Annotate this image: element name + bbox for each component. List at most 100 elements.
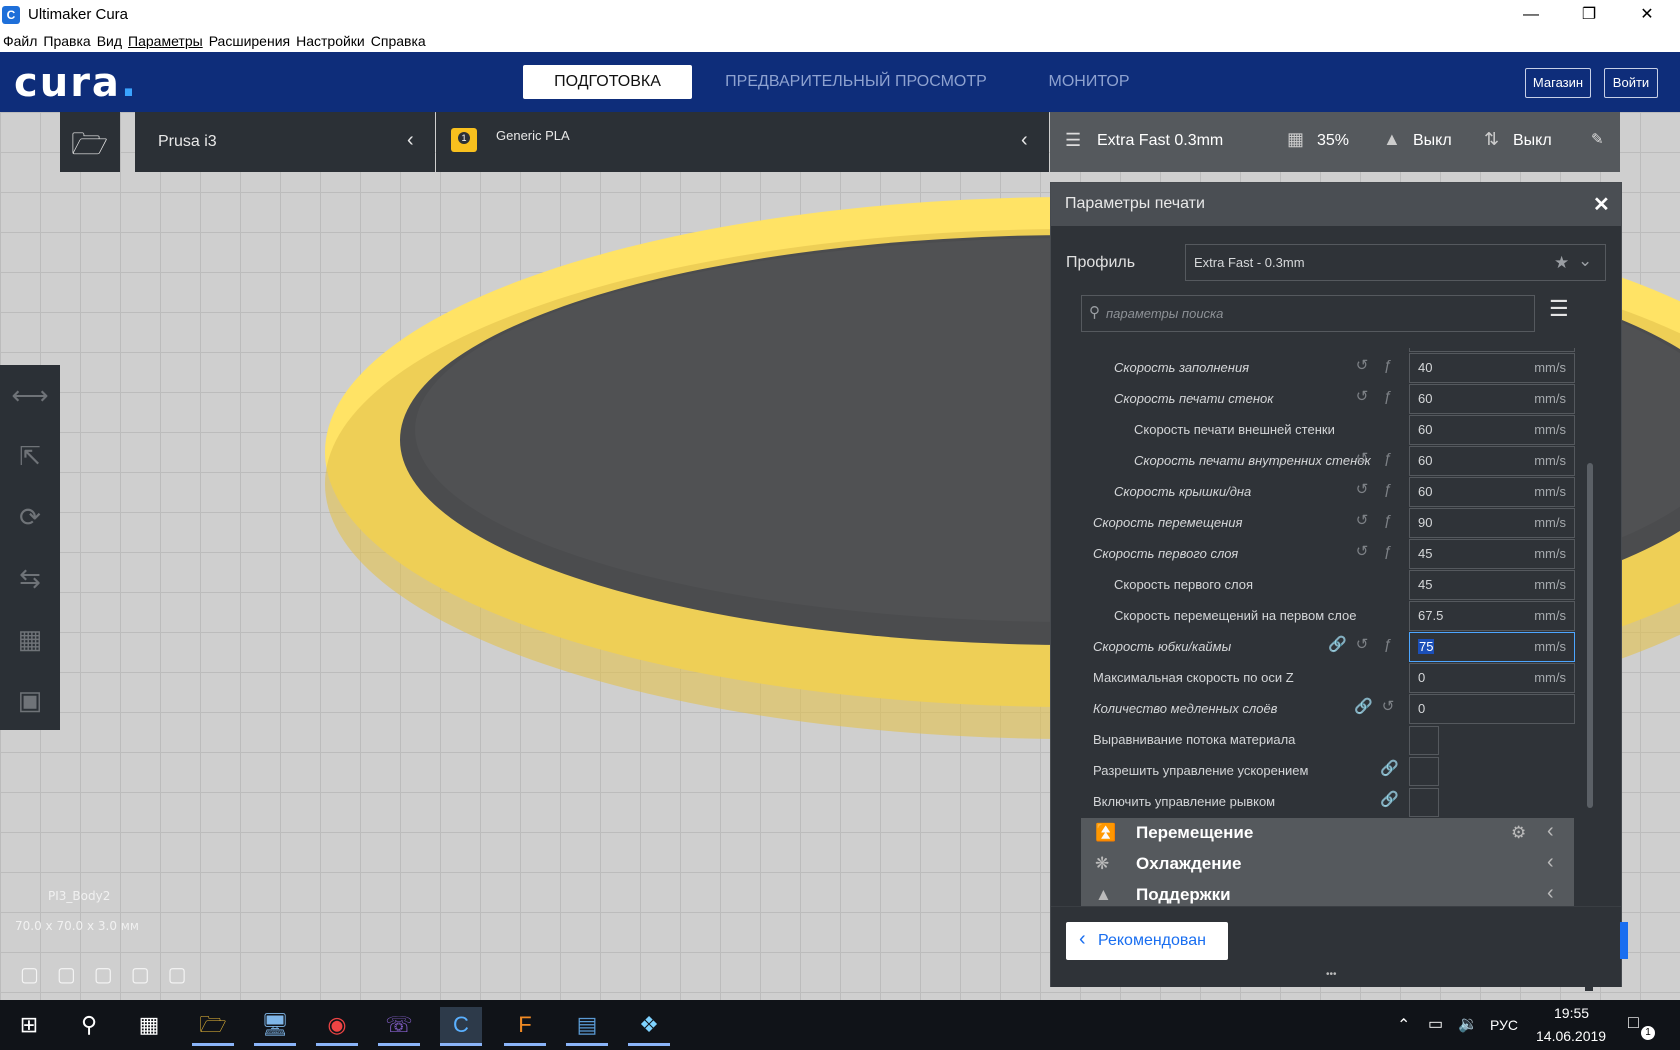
reset-icon[interactable]: ↺	[1354, 389, 1370, 405]
setting-row: Разрешить управление ускорением 🔗	[1051, 755, 1611, 786]
formula-icon[interactable]: ƒ	[1380, 544, 1396, 560]
formula-icon[interactable]: ƒ	[1380, 389, 1396, 405]
scale-tool-icon[interactable]: ⇱	[10, 436, 50, 476]
link-icon[interactable]: 🔗	[1328, 637, 1347, 653]
link-icon[interactable]: 🔗	[1354, 699, 1373, 715]
reset-icon[interactable]: ↺	[1354, 637, 1370, 653]
menu-help[interactable]: Справка	[368, 30, 429, 52]
pencil-icon[interactable]: ✎	[1591, 130, 1604, 148]
minimize-button[interactable]: —	[1502, 0, 1560, 30]
move-tool-icon[interactable]: ⟷	[10, 375, 50, 415]
mirror-tool-icon[interactable]: ⇆	[10, 558, 50, 598]
3d-app-icon[interactable]: ❖	[628, 1007, 670, 1046]
clock-time[interactable]: 19:55	[1554, 1005, 1589, 1021]
slice-button-edge[interactable]	[1620, 922, 1628, 959]
menu-preferences[interactable]: Настройки	[293, 30, 368, 52]
language-indicator[interactable]: РУС	[1490, 1017, 1518, 1033]
setting-checkbox[interactable]	[1409, 726, 1439, 755]
adhesion-value: Выкл	[1513, 132, 1552, 149]
print-settings-summary[interactable]: ☰ Extra Fast 0.3mm ▦ 35% ▲ Выкл ⇅ Выкл ✎	[1050, 112, 1620, 172]
menu-extensions[interactable]: Расширения	[206, 30, 293, 52]
explorer-icon[interactable]: 🗁	[192, 1007, 234, 1046]
viber-icon[interactable]: ☏	[378, 1007, 420, 1046]
fusion-icon[interactable]: F	[504, 1007, 546, 1046]
setting-label: Скорость первого слоя	[1114, 577, 1254, 592]
support-blocker-icon[interactable]: ▣	[10, 680, 50, 720]
setting-label: Скорость печати внутренних стенок	[1134, 453, 1371, 468]
reset-icon[interactable]: ↺	[1354, 451, 1370, 467]
reset-icon[interactable]: ↺	[1354, 513, 1370, 529]
setting-input[interactable]: 45 mm/s	[1409, 570, 1575, 600]
menu-edit[interactable]: Правка	[40, 30, 93, 52]
notifications-icon[interactable]: □	[1628, 1012, 1639, 1033]
setting-unit: mm/s	[1534, 639, 1566, 654]
scrollbar-thumb[interactable]	[1587, 463, 1593, 808]
setting-input[interactable]: 90 mm/s	[1409, 508, 1575, 538]
task-view-icon[interactable]: ▦	[128, 1007, 170, 1043]
cura-taskbar-icon[interactable]: C	[440, 1007, 482, 1046]
category-travel[interactable]: ⏫ Перемещение ⚙ ‹	[1081, 818, 1574, 849]
close-icon[interactable]: ✕	[1593, 192, 1610, 217]
menu-view[interactable]: Вид	[94, 30, 125, 52]
tray-chevron-icon[interactable]: ⌃	[1397, 1015, 1410, 1035]
tab-prepare[interactable]: ПОДГОТОВКА	[523, 65, 692, 99]
setting-input[interactable]: 67.5 mm/s	[1409, 601, 1575, 631]
rotate-tool-icon[interactable]: ⟳	[10, 497, 50, 537]
tab-preview[interactable]: ПРЕДВАРИТЕЛЬНЫЙ ПРОСМОТР	[722, 65, 990, 99]
star-icon[interactable]: ★	[1554, 253, 1569, 273]
formula-icon[interactable]: ƒ	[1380, 358, 1396, 374]
setting-checkbox[interactable]	[1409, 757, 1439, 786]
category-support[interactable]: ▲ Поддержки ‹	[1081, 880, 1574, 906]
network-app-icon[interactable]: 🖥	[254, 1007, 296, 1046]
chevron-left-icon: ‹	[1021, 129, 1028, 151]
tab-monitor[interactable]: МОНИТОР	[1036, 65, 1142, 99]
chrome-icon[interactable]: ◉	[316, 1007, 358, 1046]
network-icon[interactable]: ▭	[1428, 1014, 1443, 1034]
menu-settings[interactable]: Параметры	[125, 30, 206, 52]
sign-in-button[interactable]: Войти	[1604, 68, 1658, 98]
setting-input[interactable]: 45 mm/s	[1409, 539, 1575, 569]
category-cooling[interactable]: ❋ Охлаждение ‹	[1081, 849, 1574, 880]
settings-search-input[interactable]: ⚲ параметры поиска	[1081, 295, 1535, 332]
formula-icon[interactable]: ƒ	[1380, 482, 1396, 498]
setting-label: Скорость перемещений на первом слое	[1114, 608, 1357, 623]
profile-dropdown[interactable]: Extra Fast - 0.3mm ★ ⌄	[1185, 244, 1606, 281]
setting-input[interactable]: 75 mm/s	[1409, 632, 1575, 662]
resize-handle[interactable]: •••	[1326, 969, 1337, 980]
volume-icon[interactable]: 🔉	[1458, 1014, 1478, 1034]
search-icon[interactable]: ⚲	[68, 1007, 110, 1043]
close-window-button[interactable]: ✕	[1618, 0, 1676, 30]
gear-icon[interactable]: ⚙	[1511, 823, 1526, 843]
setting-input[interactable]: 60 mm/s	[1409, 415, 1575, 445]
settings-menu-icon[interactable]: ☰	[1549, 296, 1569, 322]
open-file-button[interactable]: 🗁	[60, 112, 120, 172]
per-model-settings-icon[interactable]: ▦	[10, 619, 50, 659]
formula-icon[interactable]: ƒ	[1380, 451, 1396, 467]
setting-input[interactable]: 60 mm/s	[1409, 384, 1575, 414]
recommended-button[interactable]: ‹ Рекомендован	[1066, 922, 1228, 960]
formula-icon[interactable]: ƒ	[1380, 637, 1396, 653]
view-orientation-icons[interactable]: ▢▢▢▢▢	[20, 962, 204, 987]
menu-file[interactable]: Файл	[0, 30, 40, 52]
clock-date[interactable]: 14.06.2019	[1536, 1028, 1606, 1044]
material-selector[interactable]: 1 Generic PLA ‹	[436, 112, 1049, 172]
reset-icon[interactable]: ↺	[1354, 358, 1370, 374]
marketplace-button[interactable]: Магазин	[1525, 68, 1591, 98]
setting-input[interactable]: 0 mm/s	[1409, 663, 1575, 693]
setting-input[interactable]: 40 mm/s	[1409, 353, 1575, 383]
document-app-icon[interactable]: ▤	[566, 1007, 608, 1046]
formula-icon[interactable]: ƒ	[1380, 513, 1396, 529]
reset-icon[interactable]: ↺	[1354, 544, 1370, 560]
printer-selector[interactable]: Prusa i3 ‹	[135, 112, 435, 172]
setting-input[interactable]: 0	[1409, 694, 1575, 724]
setting-input[interactable]: 60 mm/s	[1409, 477, 1575, 507]
link-icon[interactable]: 🔗	[1380, 761, 1399, 777]
setting-input[interactable]: 60 mm/s	[1409, 446, 1575, 476]
reset-icon[interactable]: ↺	[1380, 699, 1396, 715]
link-icon[interactable]: 🔗	[1380, 792, 1399, 808]
windows-start-icon[interactable]: ⊞	[8, 1007, 50, 1043]
reset-icon[interactable]: ↺	[1354, 482, 1370, 498]
maximize-button[interactable]: ❐	[1560, 0, 1618, 30]
setting-checkbox[interactable]	[1409, 788, 1439, 817]
object-name: PI3_Body2	[48, 889, 111, 903]
